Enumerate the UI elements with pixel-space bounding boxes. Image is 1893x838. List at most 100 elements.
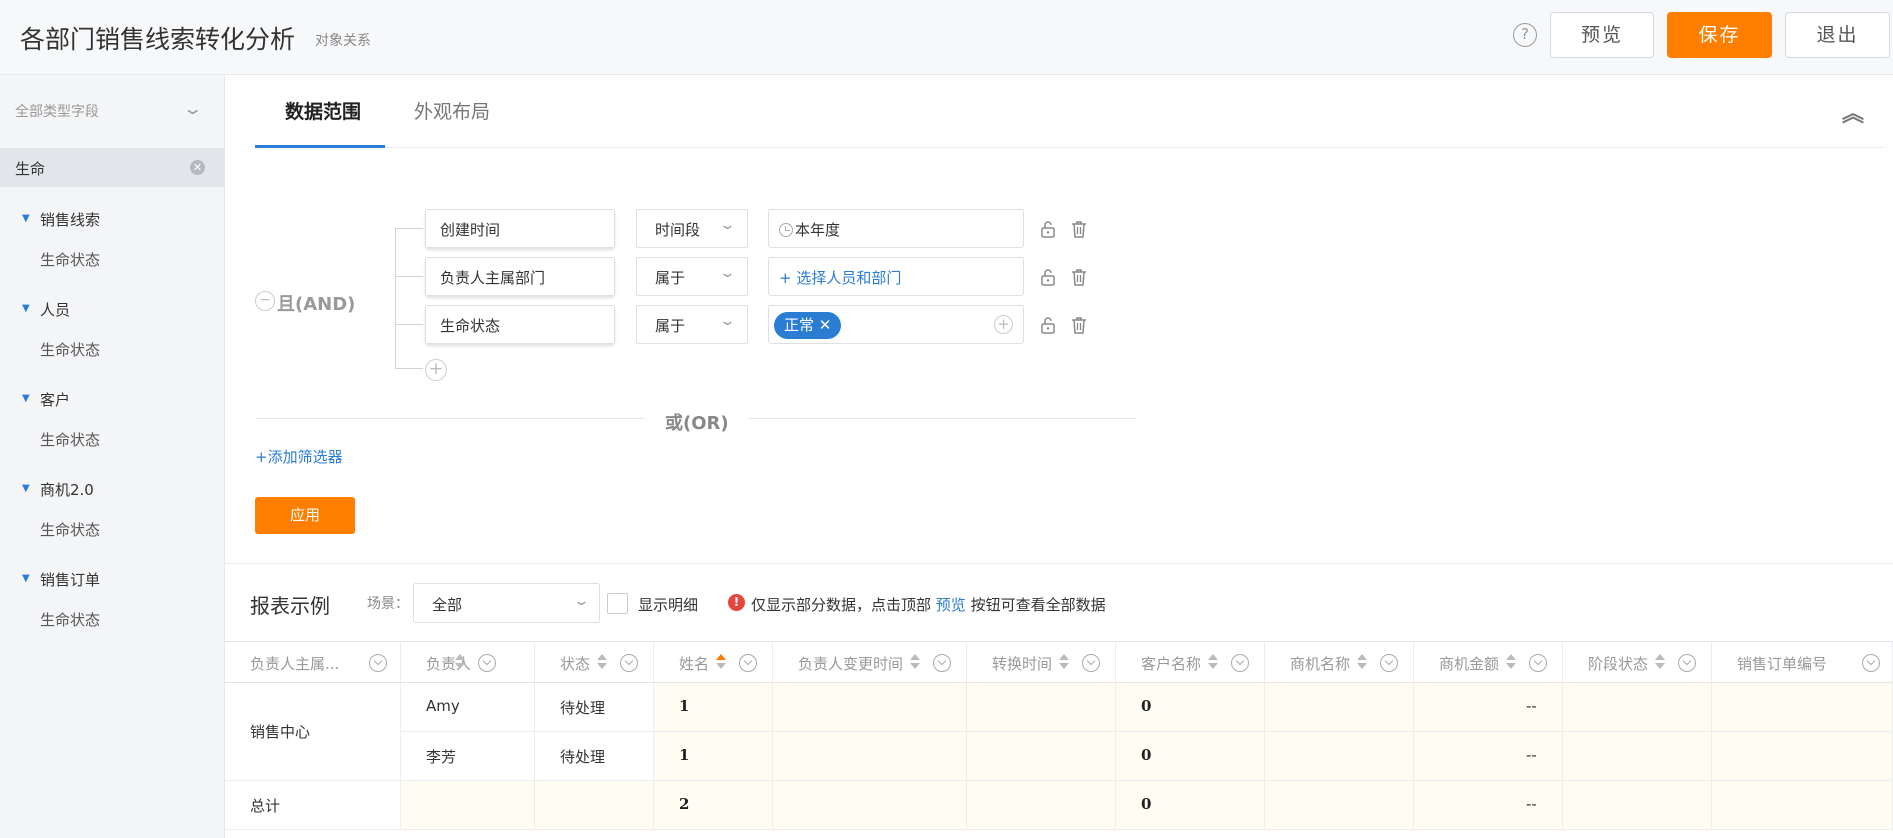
select-people-dept-button[interactable]: + 选择人员和部门	[768, 257, 1024, 296]
column-header[interactable]: 负责人	[401, 641, 535, 683]
sort-icon[interactable]	[910, 654, 920, 670]
sort-icon[interactable]	[455, 654, 465, 670]
table-cell	[1712, 781, 1893, 830]
show-detail-checkbox[interactable]	[607, 593, 628, 614]
condition-operator-select[interactable]: 时间段 ⌄	[636, 209, 748, 248]
column-menu-icon[interactable]	[1082, 654, 1100, 672]
column-menu-icon[interactable]	[933, 654, 951, 672]
column-menu-icon[interactable]	[1529, 654, 1547, 672]
collapse-up-icon[interactable]: ︽	[1842, 96, 1864, 128]
column-menu-icon[interactable]	[1678, 654, 1696, 672]
column-header-label: 商机金额	[1439, 655, 1500, 673]
sort-icon[interactable]	[597, 654, 607, 670]
column-header-label: 状态	[560, 655, 591, 673]
preview-button[interactable]: 预览	[1550, 12, 1654, 58]
total-cell: 2	[654, 781, 773, 830]
tab-data-range[interactable]: 数据范围	[285, 97, 361, 124]
page-subtitle: 对象关系	[315, 33, 371, 49]
column-header[interactable]: 客户名称	[1116, 641, 1265, 683]
caret-down-icon[interactable]: ▼	[22, 303, 30, 314]
chevron-down-icon: ⌄	[718, 218, 737, 233]
sort-ascending-icon[interactable]	[716, 654, 726, 670]
column-header[interactable]: 状态	[535, 641, 654, 683]
sort-icon[interactable]	[1208, 654, 1218, 670]
column-header[interactable]: 阶段状态	[1563, 641, 1712, 683]
table-cell: 0	[1116, 732, 1265, 781]
caret-down-icon[interactable]: ▼	[22, 393, 30, 404]
delete-icon[interactable]	[1070, 220, 1088, 238]
bracket-tick	[395, 276, 423, 277]
add-filter-link[interactable]: +添加筛选器	[255, 446, 343, 467]
column-menu-icon[interactable]	[620, 654, 638, 672]
section-divider	[225, 563, 1893, 564]
or-divider	[748, 418, 1136, 419]
tab-appearance-layout[interactable]: 外观布局	[414, 97, 490, 124]
column-menu-icon[interactable]	[1862, 654, 1880, 672]
column-menu-icon[interactable]	[369, 654, 387, 672]
add-condition-icon[interactable]: +	[425, 359, 447, 381]
scene-select[interactable]: 全部 ⌄	[413, 583, 600, 623]
condition-field-select[interactable]: 负责人主属部门	[425, 257, 615, 296]
collapse-group-icon[interactable]: −	[255, 291, 275, 311]
warning-text-part: 仅显示部分数据，点击顶部	[751, 596, 936, 614]
column-header[interactable]: 负责人变更时间	[773, 641, 967, 683]
column-header[interactable]: 姓名	[654, 641, 773, 683]
field-type-select[interactable]: 全部类型字段	[15, 101, 99, 121]
column-header[interactable]: 商机名称	[1265, 641, 1414, 683]
delete-icon[interactable]	[1070, 316, 1088, 334]
column-menu-icon[interactable]	[1231, 654, 1249, 672]
sidebar-field-item[interactable]: 生命状态	[40, 249, 100, 270]
unlock-icon[interactable]	[1039, 220, 1057, 238]
column-header-label: 阶段状态	[1588, 655, 1649, 673]
sort-icon[interactable]	[1506, 654, 1516, 670]
save-button[interactable]: 保存	[1667, 12, 1772, 58]
apply-button[interactable]: 应用	[255, 497, 355, 534]
column-header[interactable]: 转换时间	[967, 641, 1116, 683]
operator-value: 时间段	[655, 221, 701, 239]
delete-icon[interactable]	[1070, 268, 1088, 286]
condition-field-select[interactable]: 生命状态	[425, 305, 615, 344]
sort-icon[interactable]	[1655, 654, 1665, 670]
sidebar-group-label: 商机2.0	[40, 481, 94, 499]
condition-value-input[interactable]: 正常 ✕ +	[768, 305, 1024, 344]
sidebar-field-item[interactable]: 生命状态	[40, 609, 100, 630]
bracket-tick	[395, 324, 423, 325]
column-header[interactable]: 商机金额	[1414, 641, 1563, 683]
sort-icon[interactable]	[1357, 654, 1367, 670]
column-header[interactable]: 负责人主属...	[225, 641, 401, 683]
caret-down-icon[interactable]: ▼	[22, 483, 30, 494]
condition-operator-select[interactable]: 属于 ⌄	[636, 257, 748, 296]
caret-down-icon[interactable]: ▼	[22, 213, 30, 224]
warning-text-part: 按钮可查看全部数据	[965, 596, 1106, 614]
sidebar-field-item[interactable]: 生命状态	[40, 339, 100, 360]
column-header[interactable]: 销售订单编号	[1712, 641, 1893, 683]
chevron-down-icon[interactable]: ⌄	[182, 99, 203, 118]
preview-link[interactable]: 预览	[936, 596, 966, 614]
scene-value: 全部	[432, 596, 463, 614]
column-menu-icon[interactable]	[739, 654, 757, 672]
table-cell	[1712, 732, 1893, 781]
condition-operator-select[interactable]: 属于 ⌄	[636, 305, 748, 344]
exit-button[interactable]: 退出	[1785, 12, 1890, 58]
add-value-icon[interactable]: +	[994, 315, 1013, 334]
clear-icon[interactable]: ✕	[190, 160, 205, 175]
value-tag[interactable]: 正常 ✕	[774, 312, 842, 339]
field-search-input[interactable]: 生命 ✕	[0, 148, 224, 187]
condition-field-select[interactable]: 创建时间	[425, 209, 615, 248]
table-cell: --	[1414, 683, 1563, 732]
column-menu-icon[interactable]	[1380, 654, 1398, 672]
caret-down-icon[interactable]: ▼	[22, 573, 30, 584]
chevron-down-icon: ⌄	[718, 314, 737, 329]
condition-value-input[interactable]: 本年度	[768, 209, 1024, 248]
column-header-label: 客户名称	[1141, 655, 1202, 673]
sidebar-field-item[interactable]: 生命状态	[40, 519, 100, 540]
sidebar-field-item[interactable]: 生命状态	[40, 429, 100, 450]
column-header-label: 转换时间	[992, 655, 1053, 673]
total-cell: 0	[1116, 781, 1265, 830]
sort-icon[interactable]	[1059, 654, 1069, 670]
table-cell	[401, 781, 535, 830]
unlock-icon[interactable]	[1039, 268, 1057, 286]
column-menu-icon[interactable]	[478, 654, 496, 672]
help-icon[interactable]: ?	[1513, 23, 1537, 47]
unlock-icon[interactable]	[1039, 316, 1057, 334]
